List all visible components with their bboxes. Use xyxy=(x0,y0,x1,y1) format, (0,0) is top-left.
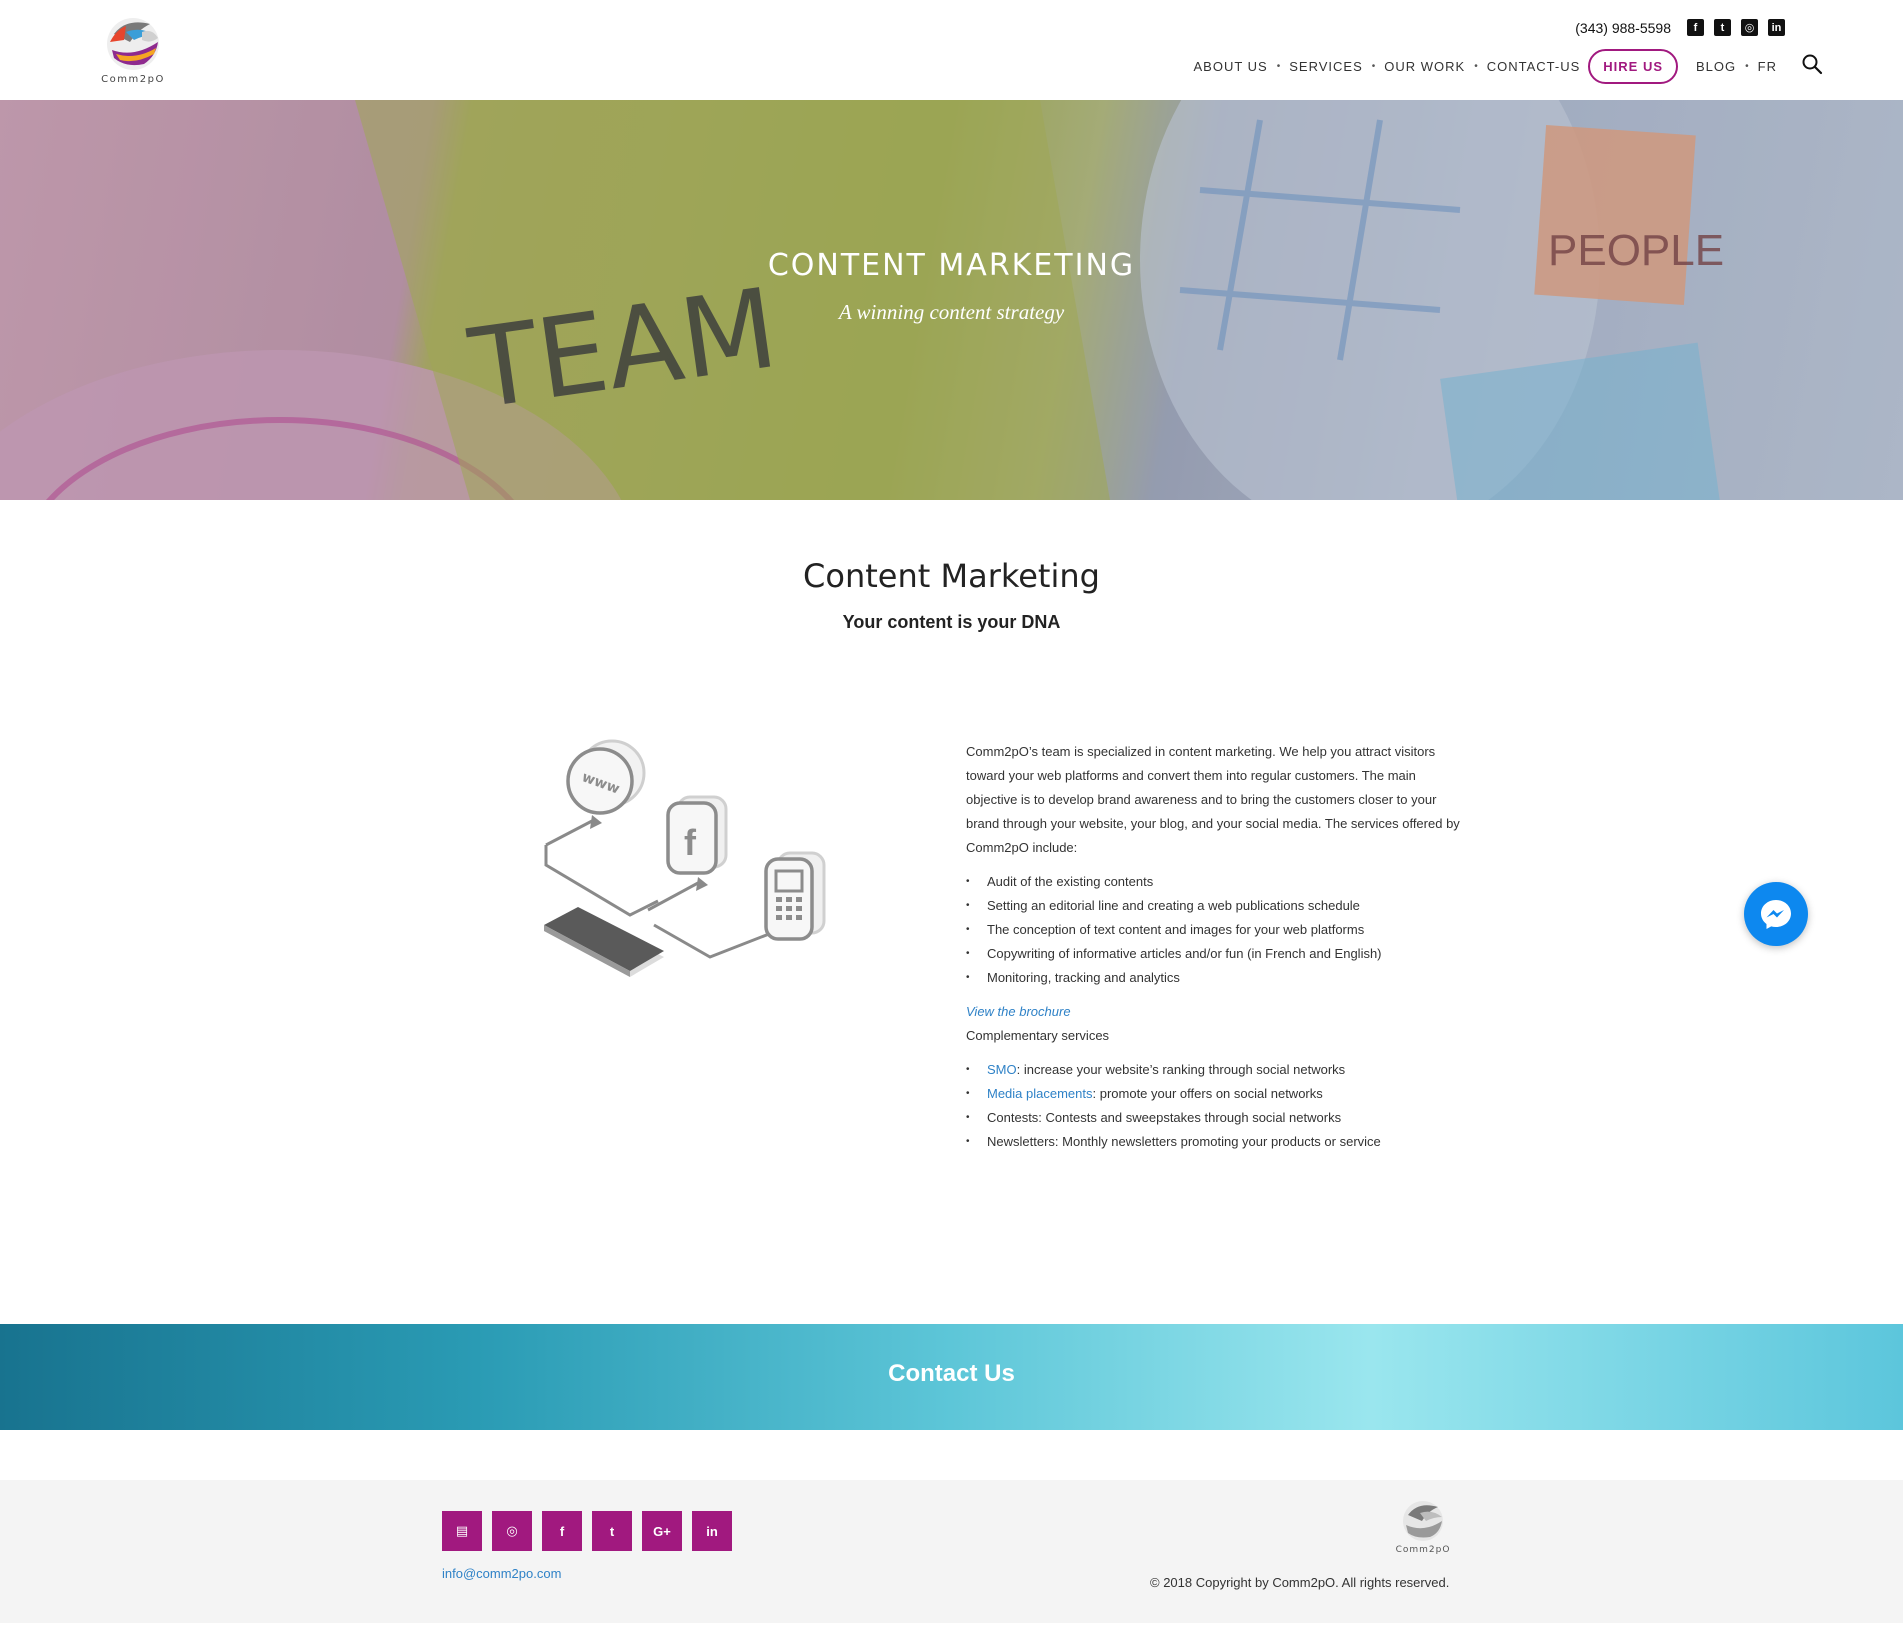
linkedin-icon[interactable]: in xyxy=(692,1511,732,1551)
complementary-services-title: Complementary services xyxy=(966,1028,1110,1043)
view-brochure-link[interactable]: View the brochure xyxy=(966,1000,1466,1024)
nav-separator: • xyxy=(1474,61,1478,72)
copyright-text: © 2018 Copyright by Comm2pO. All rights … xyxy=(1150,1575,1450,1590)
media-placements-link[interactable]: Media placements xyxy=(987,1086,1093,1101)
list-item: The conception of text content and image… xyxy=(966,918,1466,942)
facebook-icon[interactable]: f xyxy=(542,1511,582,1551)
section-title: Content Marketing xyxy=(803,557,1100,595)
facebook-tile-icon: f xyxy=(666,795,728,875)
list-item: SMO: increase your website’s ranking thr… xyxy=(966,1058,1466,1082)
footer-logo-text: Comm2pO xyxy=(1395,1545,1451,1555)
svg-text:f: f xyxy=(684,822,697,863)
nav-contact-us[interactable]: CONTACT-US xyxy=(1487,59,1581,74)
nav-blog[interactable]: BLOG xyxy=(1696,59,1736,74)
www-globe-icon: www xyxy=(566,739,646,815)
search-icon[interactable] xyxy=(1801,53,1823,75)
nav-about-us[interactable]: ABOUT US xyxy=(1194,59,1268,74)
hero-subtitle: A winning content strategy xyxy=(838,300,1065,324)
facebook-icon[interactable]: f xyxy=(1687,19,1704,36)
list-item: Contests: Contests and sweepstakes throu… xyxy=(966,1106,1466,1130)
contact-us-banner[interactable]: Contact Us xyxy=(0,1324,1903,1430)
linkedin-icon[interactable]: in xyxy=(1768,19,1785,36)
language-switch[interactable]: FR xyxy=(1758,59,1777,74)
contact-us-title[interactable]: Contact Us xyxy=(0,1360,1903,1388)
logo-mark-icon xyxy=(107,18,159,70)
twitter-icon[interactable]: t xyxy=(592,1511,632,1551)
top-contact-bar: (343) 988-5598 f t ◎ in xyxy=(1575,19,1785,36)
list-item: Copywriting of informative articles and/… xyxy=(966,942,1466,966)
footer-logo: Comm2pO xyxy=(1386,1497,1460,1561)
phone-number[interactable]: (343) 988-5598 xyxy=(1575,20,1671,36)
hire-us-button[interactable]: HIRE US xyxy=(1588,49,1679,84)
logo-text: Comm2pO xyxy=(101,74,165,85)
nav-separator: • xyxy=(1745,61,1749,72)
site-logo[interactable]: Comm2pO xyxy=(86,12,180,88)
messenger-chat-button[interactable] xyxy=(1744,882,1808,946)
main-nav: ABOUT US • SERVICES • OUR WORK • CONTACT… xyxy=(1194,49,1824,84)
footer-social-links: ▤ ◎ f t G+ in xyxy=(442,1511,732,1551)
footer-email-link[interactable]: info@comm2po.com xyxy=(442,1566,561,1581)
hero-banner: PEOPLE TEAM CONTENT MARKETING A winning … xyxy=(0,100,1903,500)
nav-separator: • xyxy=(1276,61,1281,72)
section-subtitle: Your content is your DNA xyxy=(842,612,1061,632)
complementary-list: SMO: increase your website’s ranking thr… xyxy=(966,1058,1466,1154)
site-header: Comm2pO (343) 988-5598 f t ◎ in ABOUT US… xyxy=(0,0,1903,100)
newsletter-icon[interactable]: ▤ xyxy=(442,1511,482,1551)
list-item: Setting an editorial line and creating a… xyxy=(966,894,1466,918)
tablet-device-icon xyxy=(544,907,664,977)
nav-our-work[interactable]: OUR WORK xyxy=(1384,59,1465,74)
list-item-text: : promote your offers on social networks xyxy=(1092,1086,1323,1101)
smo-link[interactable]: SMO xyxy=(987,1062,1017,1077)
content-text-column: Comm2pO’s team is specialized in content… xyxy=(966,740,1466,1154)
messenger-icon xyxy=(1761,900,1791,929)
instagram-icon[interactable]: ◎ xyxy=(492,1511,532,1551)
instagram-icon[interactable]: ◎ xyxy=(1741,19,1758,36)
nav-separator: • xyxy=(1371,61,1376,72)
footer-logo-mark-icon xyxy=(1403,1501,1443,1541)
list-item: Audit of the existing contents xyxy=(966,870,1466,894)
services-list: Audit of the existing contents Setting a… xyxy=(966,870,1466,990)
nav-services[interactable]: SERVICES xyxy=(1289,59,1363,74)
hero-title: CONTENT MARKETING xyxy=(767,248,1136,283)
list-item: Newsletters: Monthly newsletters promoti… xyxy=(966,1130,1466,1154)
list-item: Media placements: promote your offers on… xyxy=(966,1082,1466,1106)
google-plus-icon[interactable]: G+ xyxy=(642,1511,682,1551)
twitter-icon[interactable]: t xyxy=(1714,19,1731,36)
content-marketing-illustration: www f xyxy=(544,739,826,977)
list-item-text: : increase your website’s ranking throug… xyxy=(1016,1062,1346,1077)
site-footer: ▤ ◎ f t G+ in info@comm2po.com Comm2pO ©… xyxy=(0,1480,1903,1623)
mobile-phone-icon xyxy=(764,851,826,941)
list-item: Monitoring, tracking and analytics xyxy=(966,966,1466,990)
intro-paragraph: Comm2pO’s team is specialized in content… xyxy=(966,744,1460,855)
